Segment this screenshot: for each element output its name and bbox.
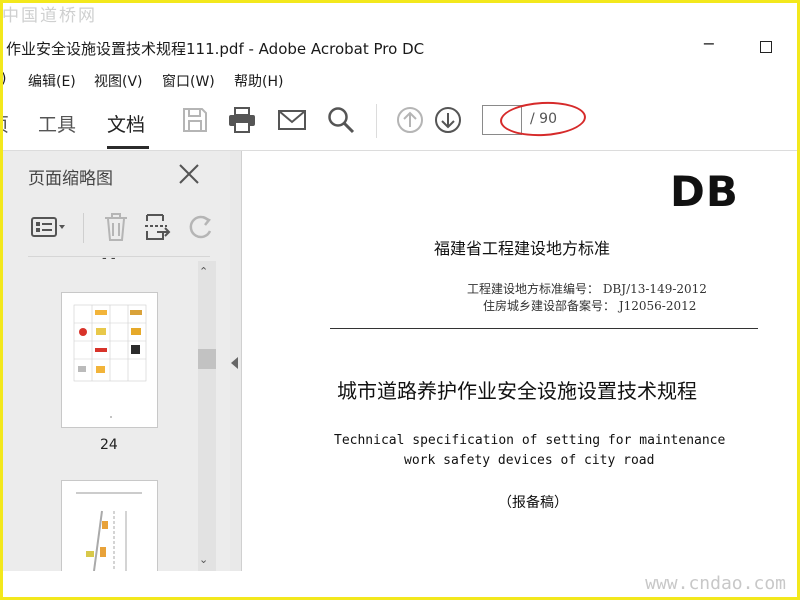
watermark-top: 中国道桥网 — [2, 6, 97, 26]
title-bar: 作业安全设施设置技术规程111.pdf - Adobe Acrobat Pro … — [0, 30, 800, 66]
document-title-cn: 城市道路养护作业安全设施设置技术规程 — [337, 379, 697, 403]
print-icon[interactable] — [227, 105, 257, 135]
menu-window[interactable]: 窗口(W) — [162, 71, 215, 91]
close-icon[interactable] — [178, 163, 200, 185]
page-thumbnail-24[interactable] — [62, 293, 157, 427]
maximize-button[interactable] — [760, 41, 772, 53]
active-tab-indicator — [107, 146, 149, 149]
save-icon[interactable] — [180, 105, 210, 135]
thumbnail-content — [76, 492, 142, 572]
collapse-arrow-icon[interactable] — [231, 357, 238, 369]
minimize-button[interactable]: − — [700, 36, 718, 54]
page-down-icon[interactable] — [433, 105, 463, 135]
previous-thumb-label: - - — [102, 251, 116, 266]
standard-code: DB — [670, 167, 739, 216]
page-thumbnails-panel: 页面缩略图 - - 24 ⌃ ⌄ — [0, 151, 231, 573]
document-title-en-line1: Technical specification of setting for m… — [334, 433, 726, 448]
thumbnail-scroll-track[interactable] — [198, 261, 216, 573]
panel-collapse-bar[interactable] — [230, 151, 242, 571]
tab-home[interactable]: 页 — [0, 110, 9, 137]
tab-document[interactable]: 文档 — [107, 110, 145, 137]
standard-number: 工程建设地方标准编号： DBJ/13-149-2012 — [467, 282, 707, 296]
panel-tools-separator — [83, 213, 84, 243]
header-rule — [330, 328, 758, 329]
document-page: DB 福建省工程建设地方标准 工程建设地方标准编号： DBJ/13-149-20… — [242, 151, 800, 571]
thumbnail-content — [73, 304, 147, 418]
menu-help[interactable]: 帮助(H) — [234, 71, 283, 91]
thumbnail-scroll-thumb[interactable] — [198, 349, 216, 369]
menu-cut-item[interactable]: ) — [1, 71, 6, 87]
standard-category: 福建省工程建设地方标准 — [434, 239, 611, 258]
window-title: 作业安全设施设置技术规程111.pdf - Adobe Acrobat Pro … — [6, 40, 425, 58]
menu-view[interactable]: 视图(V) — [94, 71, 143, 91]
tab-tools[interactable]: 工具 — [38, 110, 76, 137]
thumbnail-page-number: 24 — [100, 437, 118, 453]
page-thumbnail-25[interactable] — [62, 481, 157, 572]
page-up-icon[interactable] — [395, 105, 425, 135]
toolbar: 页 工具 文档 / 90 — [0, 94, 800, 151]
scroll-up-icon[interactable]: ⌃ — [199, 265, 208, 278]
menu-bar: ) 编辑(E) 视图(V) 窗口(W) 帮助(H) — [0, 66, 800, 94]
filing-number: 住房城乡建设部备案号： J12056-2012 — [483, 299, 697, 313]
thumbnail-options-icon[interactable] — [30, 211, 70, 243]
toolbar-separator — [376, 104, 377, 138]
menu-edit[interactable]: 编辑(E) — [28, 71, 76, 91]
document-title-en-line2: work safety devices of city road — [404, 453, 655, 468]
rotate-page-icon[interactable] — [186, 211, 216, 243]
watermark-bottom: www.cndao.com — [645, 573, 786, 594]
panel-title: 页面缩略图 — [28, 169, 113, 189]
panel-divider — [28, 256, 210, 257]
extract-page-icon[interactable] — [143, 211, 173, 243]
delete-page-icon[interactable] — [101, 211, 131, 243]
search-icon[interactable] — [326, 105, 356, 135]
email-icon[interactable] — [277, 105, 307, 135]
draft-note: （报备稿） — [498, 495, 568, 511]
scroll-down-icon[interactable]: ⌄ — [199, 553, 208, 566]
